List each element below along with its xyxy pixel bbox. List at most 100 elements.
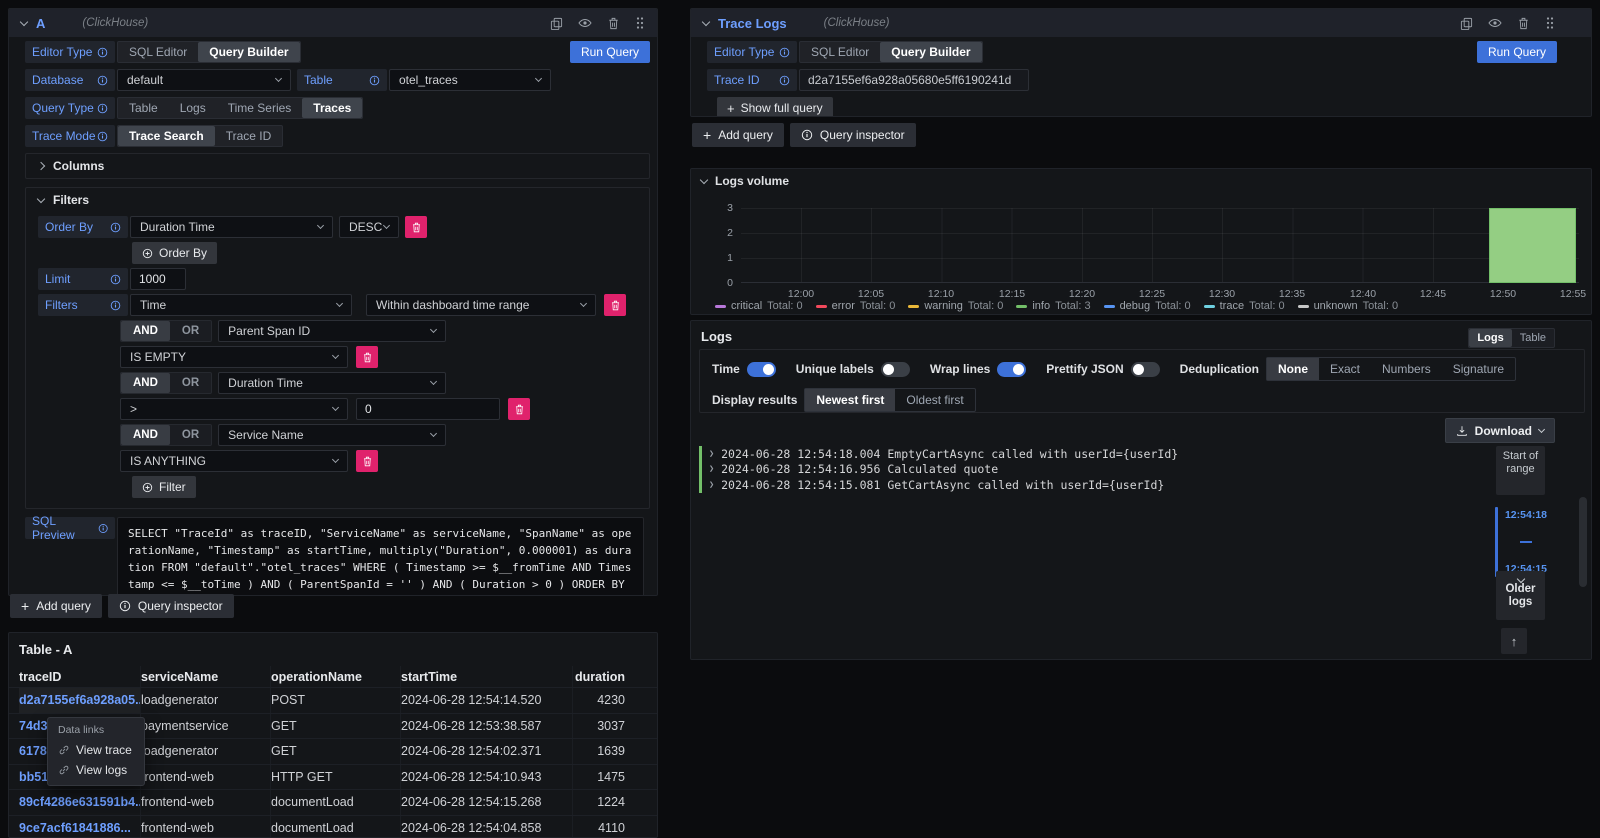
collapse-chevron-icon[interactable] [702,17,710,25]
time-filter-operator-select[interactable]: Within dashboard time range [366,294,596,316]
remove-query-trash-icon[interactable] [1517,17,1530,30]
add-filter-button[interactable]: Filter [132,476,196,498]
prettify-json-toggle[interactable] [1131,362,1160,377]
dedup-signature-option[interactable]: Signature [1442,358,1515,380]
add-order-by-button[interactable]: Order By [132,242,217,264]
legend-item-error[interactable]: errorTotal: 0 [816,300,896,312]
hide-response-eye-icon[interactable] [578,16,592,30]
and-option[interactable]: AND [121,373,170,393]
scroll-to-top-button[interactable]: ↑ [1501,628,1527,654]
remove-condition-1-button[interactable] [356,346,378,368]
info-icon[interactable] [110,274,121,285]
info-icon[interactable] [779,47,790,58]
query-type-logs[interactable]: Logs [169,98,217,118]
legend-item-unknown[interactable]: unknownTotal: 0 [1298,300,1399,312]
query-inspector-button[interactable]: Query inspector [108,594,234,618]
info-icon[interactable] [369,75,380,86]
info-icon[interactable] [98,523,108,534]
remove-time-filter-button[interactable] [604,294,626,316]
hide-response-eye-icon[interactable] [1488,16,1502,30]
download-button[interactable]: Download [1445,418,1555,443]
column-header-operationname[interactable]: operationName [271,666,401,687]
legend-item-info[interactable]: infoTotal: 3 [1016,300,1090,312]
limit-input[interactable] [130,268,186,290]
or-option[interactable]: OR [170,321,211,341]
remove-order-by-button[interactable] [405,216,427,238]
legend-item-critical[interactable]: criticalTotal: 0 [715,300,803,312]
wrap-lines-toggle[interactable] [997,362,1026,377]
info-log-volume-bar[interactable] [1489,208,1576,283]
newest-first-option[interactable]: Newest first [805,389,895,411]
info-icon[interactable] [110,222,121,233]
info-icon[interactable] [97,131,108,142]
expand-chevron-icon[interactable]: ❯ [709,464,714,474]
drag-handle-icon[interactable] [635,16,645,30]
query-type-time-series[interactable]: Time Series [217,98,303,118]
add-query-button[interactable]: + Add query [692,123,784,147]
info-icon[interactable] [110,300,121,311]
info-icon[interactable] [779,75,790,86]
trace-search-option[interactable]: Trace Search [118,126,215,146]
condition-1-operator-select[interactable]: IS EMPTY [120,346,348,368]
expand-chevron-icon[interactable]: ❯ [709,480,714,490]
log-row[interactable]: ❯ 2024-06-28 12:54:18.004 EmptyCartAsync… [699,446,1491,462]
duplicate-query-icon[interactable] [550,17,563,30]
show-full-query-button[interactable]: + Show full query [717,97,833,117]
unique-labels-toggle[interactable] [881,362,910,377]
add-query-button[interactable]: + Add query [10,594,102,618]
older-logs-button[interactable]: Older logs [1496,571,1545,620]
dedup-exact-option[interactable]: Exact [1319,358,1371,380]
sql-editor-option[interactable]: SQL Editor [118,42,198,62]
time-toggle[interactable] [747,362,776,377]
column-header-servicename[interactable]: serviceName [141,666,271,687]
condition-1-field-select[interactable]: Parent Span ID [218,320,446,342]
query-builder-option[interactable]: Query Builder [880,42,981,62]
query-builder-option[interactable]: Query Builder [198,42,299,62]
log-range-indicator[interactable]: 12:54:18 12:54:15 [1495,507,1547,577]
legend-item-trace[interactable]: traceTotal: 0 [1204,300,1285,312]
info-icon[interactable] [97,47,108,58]
remove-query-trash-icon[interactable] [607,17,620,30]
filters-section-header[interactable]: Filters [26,188,649,212]
trace-id-input[interactable] [799,69,1029,91]
trace-logs-title[interactable]: Trace Logs [718,16,787,31]
log-row[interactable]: ❯ 2024-06-28 12:54:15.081 GetCartAsync c… [699,477,1491,493]
and-option[interactable]: AND [121,321,170,341]
remove-condition-3-button[interactable] [356,450,378,472]
dedup-numbers-option[interactable]: Numbers [1371,358,1442,380]
sql-editor-option[interactable]: SQL Editor [800,42,880,62]
legend-item-warning[interactable]: warningTotal: 0 [908,300,1003,312]
condition-2-field-select[interactable]: Duration Time [218,372,446,394]
legend-item-debug[interactable]: debugTotal: 0 [1104,300,1191,312]
info-icon[interactable] [97,75,108,86]
duplicate-query-icon[interactable] [1460,17,1473,30]
or-option[interactable]: OR [170,373,211,393]
or-option[interactable]: OR [170,425,211,445]
trace-id-link[interactable]: 9ce7acf61841886... [19,816,141,838]
info-icon[interactable] [97,103,108,114]
order-by-direction-select[interactable]: DESC [339,216,399,238]
view-trace-menu-item[interactable]: View trace [48,740,144,760]
table-view-option[interactable]: Table [1512,329,1554,347]
dedup-none-option[interactable]: None [1267,358,1319,380]
drag-handle-icon[interactable] [1545,16,1555,30]
logs-volume-header[interactable]: Logs volume [691,169,1591,193]
condition-2-value-input[interactable] [356,398,500,420]
panel-a-title[interactable]: A [36,16,45,31]
oldest-first-option[interactable]: Oldest first [895,389,974,411]
and-option[interactable]: AND [121,425,170,445]
query-type-traces[interactable]: Traces [302,98,362,118]
column-header-traceid[interactable]: traceID [19,666,141,687]
query-inspector-button[interactable]: Query inspector [790,123,916,147]
condition-3-operator-select[interactable]: IS ANYTHING [120,450,348,472]
column-header-starttime[interactable]: startTime [401,666,573,687]
collapse-chevron-icon[interactable] [20,17,28,25]
column-header-duration[interactable]: duration [573,666,633,687]
table-select[interactable]: otel_traces [389,69,551,91]
order-by-field-select[interactable]: Duration Time [130,216,333,238]
log-row[interactable]: ❯ 2024-06-28 12:54:16.956 Calculated quo… [699,462,1491,478]
condition-3-field-select[interactable]: Service Name [218,424,446,446]
view-logs-menu-item[interactable]: View logs [48,760,144,780]
time-filter-field-select[interactable]: Time [130,294,352,316]
query-type-table[interactable]: Table [118,98,169,118]
